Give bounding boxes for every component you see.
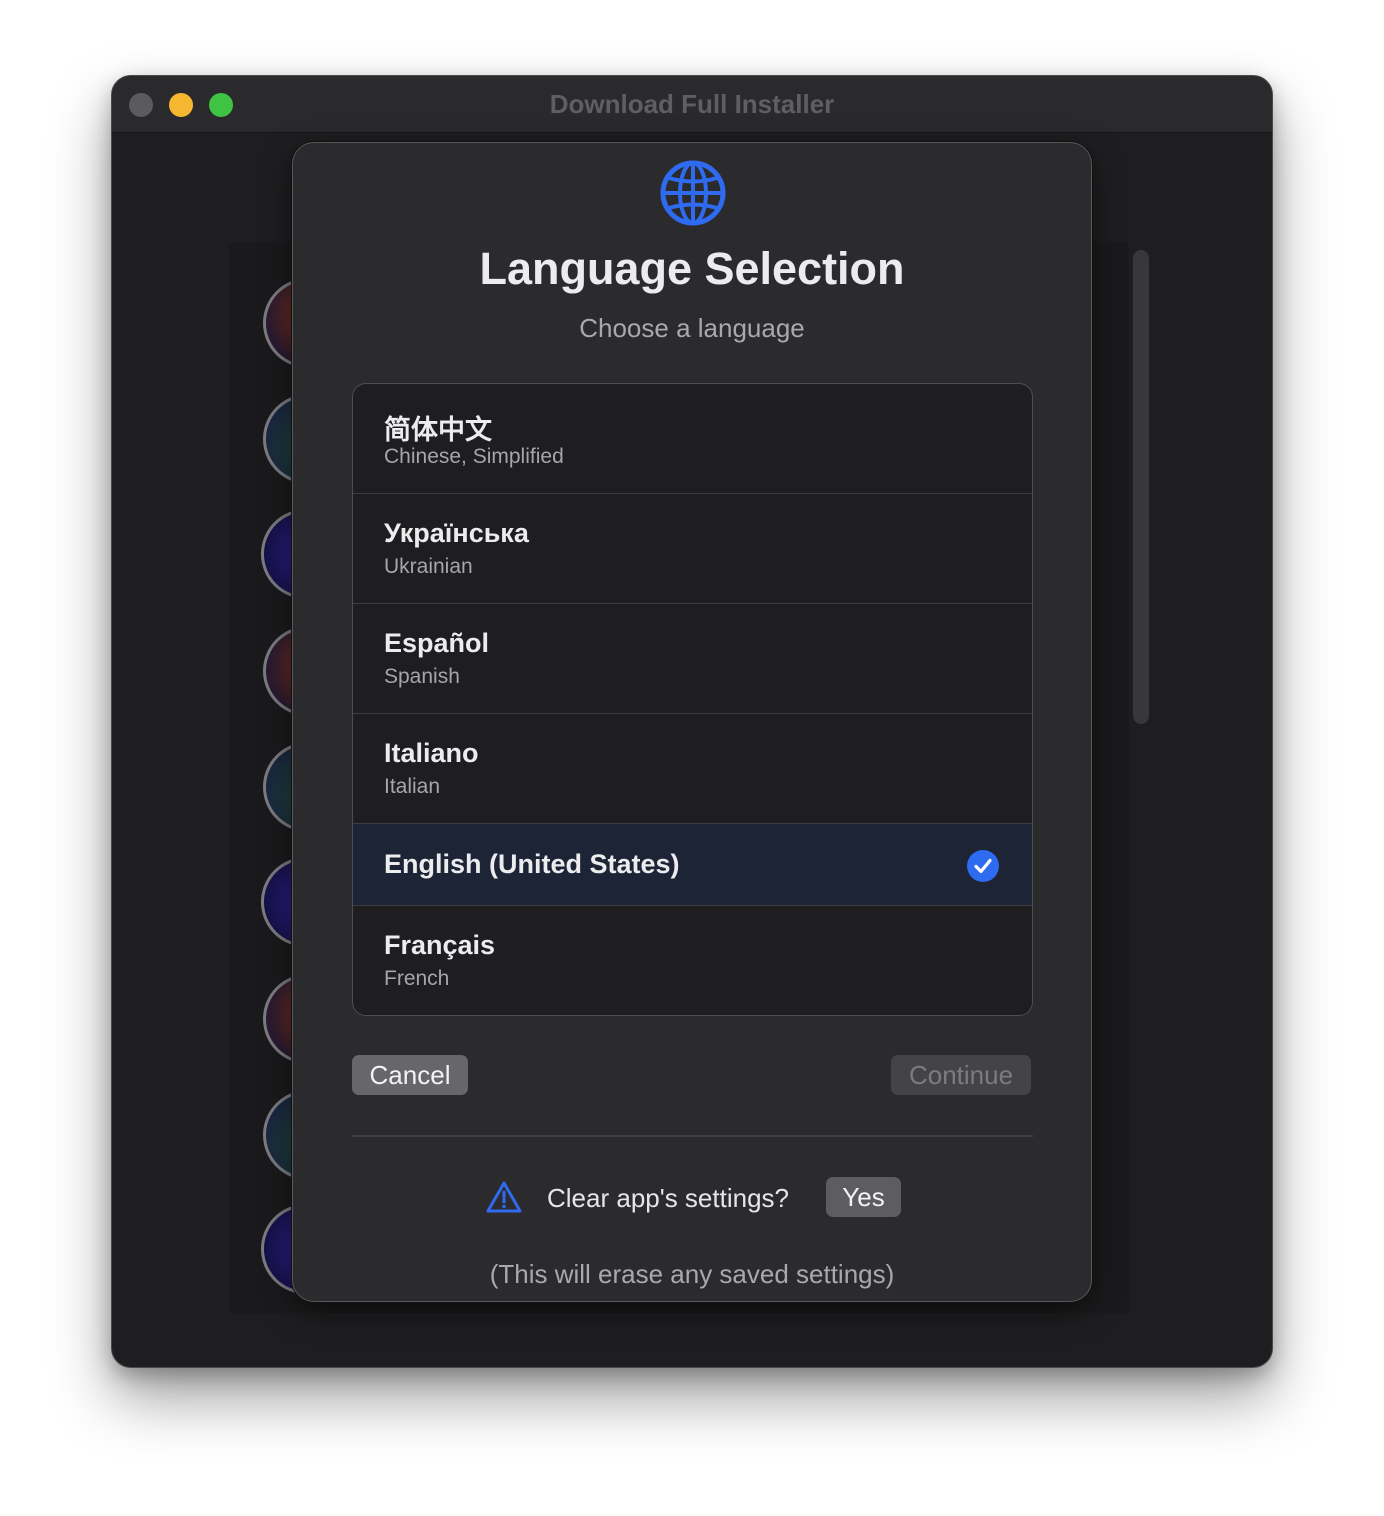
clear-settings-label: Clear app's settings? [547,1183,789,1213]
sheet-subtitle: Choose a language [579,313,805,343]
language-selection-sheet: Language Selection Choose a language 简体中… [292,142,1092,1302]
continue-button[interactable]: Continue [891,1055,1031,1095]
language-option-italian[interactable]: Italiano Italian [353,714,1032,824]
globe-icon [660,160,726,226]
title-bar: Download Full Installer [112,76,1272,133]
language-native-name: 简体中文 [384,415,492,445]
cancel-button[interactable]: Cancel [352,1055,468,1095]
language-option-spanish[interactable]: Español Spanish [353,604,1032,714]
language-english-name: Spanish [384,665,460,688]
language-native-name: Español [384,628,490,658]
language-option-chinese-simplified[interactable]: 简体中文 Chinese, Simplified [353,384,1032,494]
yes-button[interactable]: Yes [826,1177,901,1217]
language-english-name: Chinese, Simplified [384,445,564,468]
language-english-name: Italian [384,775,441,798]
language-option-french[interactable]: Français French [353,906,1032,1015]
language-english-name: French [384,967,450,990]
language-native-name: Українська [384,518,529,548]
divider [352,1135,1033,1137]
language-native-name: English (United States) [384,849,680,879]
sheet-title: Language Selection [479,243,905,294]
language-native-name: Italiano [384,738,479,768]
language-native-name: Français [384,930,496,960]
checkmark-circle-icon [967,850,999,882]
language-list: 简体中文 Chinese, Simplified Українська Ukra… [352,383,1033,1016]
window-title: Download Full Installer [549,89,835,119]
language-option-ukrainian[interactable]: Українська Ukrainian [353,494,1032,604]
language-english-name: Ukrainian [384,555,473,578]
language-option-english-us[interactable]: English (United States) [353,824,1032,906]
list-scrollbar[interactable] [1133,250,1149,724]
erase-settings-note: (This will erase any saved settings) [489,1259,895,1289]
warning-triangle-icon [486,1181,522,1213]
